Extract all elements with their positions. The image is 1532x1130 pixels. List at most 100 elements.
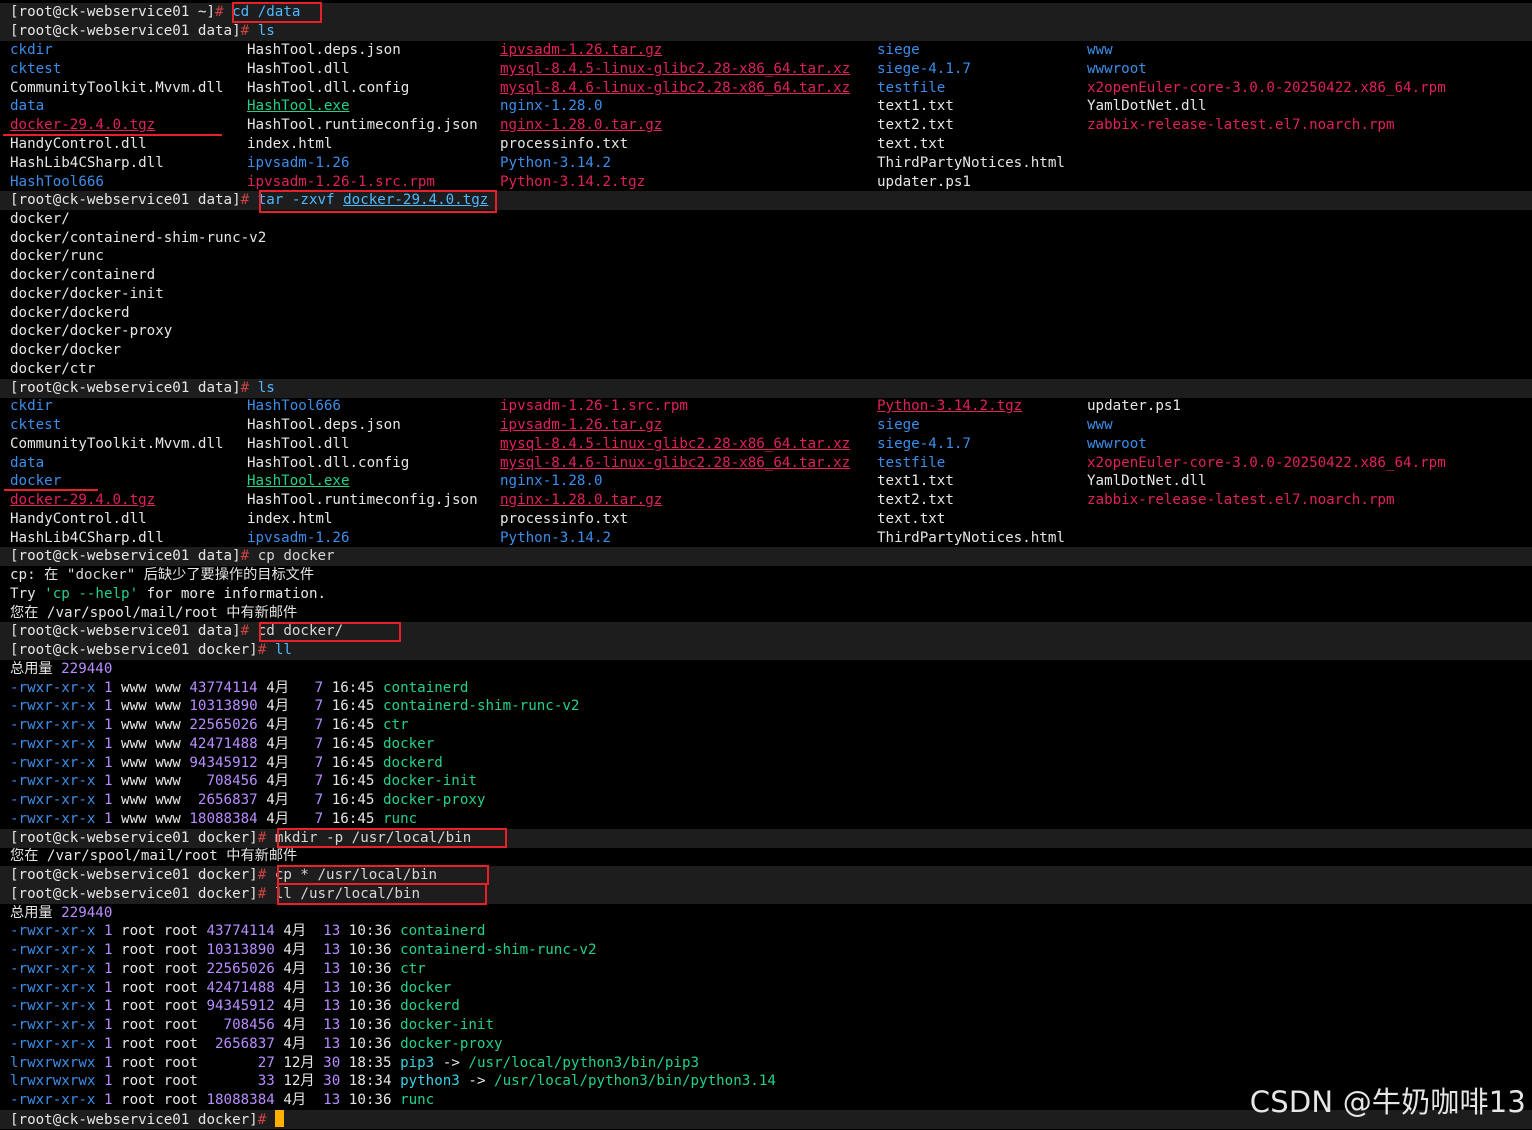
line-segment: 10:36 bbox=[340, 923, 401, 939]
line-segment: 43774114 bbox=[189, 680, 258, 696]
line-segment: -rwxr-xr-x bbox=[10, 923, 96, 939]
ls-row: data HashTool.dll.config mysql-8.4.6-linux… bbox=[10, 454, 1532, 473]
line-segment: ll bbox=[274, 642, 292, 658]
line-segment: # bbox=[257, 642, 275, 658]
ls-entry: HashTool.exe bbox=[247, 473, 350, 489]
ls-entry: updater.ps1 bbox=[1087, 398, 1181, 414]
line-segment: 22565026 bbox=[189, 717, 258, 733]
line-segment: -rwxr-xr-x bbox=[10, 773, 96, 789]
line-segment: 4月 bbox=[274, 942, 324, 958]
line-segment: docker/ bbox=[10, 211, 70, 227]
prompt-line: [root@ck-webservice01 data]# cp docker bbox=[0, 547, 1532, 566]
line-segment: dockerd bbox=[382, 755, 443, 771]
line-segment: docker/docker bbox=[10, 342, 122, 358]
line-segment: 7 bbox=[314, 773, 324, 789]
line-segment: 16:45 bbox=[323, 792, 383, 808]
line-segment: 33 bbox=[257, 1073, 275, 1089]
line-segment: 16:45 bbox=[323, 773, 383, 789]
line-segment: cd docker/ bbox=[257, 623, 344, 639]
ls-entry: Python-3.14.2 bbox=[500, 530, 612, 546]
line-segment: /usr/local/python3/bin/python3.14 bbox=[494, 1073, 776, 1089]
output-line: 总用量 229440 bbox=[10, 660, 112, 679]
line-segment: docker/containerd-shim-runc-v2 bbox=[10, 230, 267, 246]
line-segment: 总用量 bbox=[10, 905, 62, 921]
line-segment: 1 bbox=[95, 755, 122, 771]
line-segment: 1 bbox=[95, 1073, 122, 1089]
ls-entry: processinfo.txt bbox=[500, 136, 629, 152]
line-segment: 10:36 bbox=[340, 961, 401, 977]
ls-entry: CommunityToolkit.Mvvm.dll bbox=[10, 436, 224, 452]
line-segment: mkdir -p /usr/local/bin bbox=[274, 830, 472, 846]
ls-entry: ckdir bbox=[10, 42, 53, 58]
ls-entry: text1.txt bbox=[877, 98, 954, 114]
text-cursor[interactable] bbox=[274, 1110, 284, 1127]
line-segment: 1 bbox=[95, 942, 122, 958]
line-segment: root root bbox=[121, 1036, 216, 1052]
ls-entry: wwwroot bbox=[1087, 436, 1147, 452]
line-segment: ll /usr/local/bin bbox=[274, 886, 421, 902]
line-segment: -rwxr-xr-x bbox=[10, 717, 96, 733]
ls-entry: HashTool.runtimeconfig.json bbox=[247, 492, 478, 508]
ls-entry: siege bbox=[877, 417, 920, 433]
ls-entry: testfile bbox=[877, 80, 946, 96]
line-segment: dockerd bbox=[400, 998, 460, 1014]
prompt-text: [root@ck-webservice01 docker] bbox=[10, 830, 258, 846]
line-segment: -rwxr-xr-x bbox=[10, 1092, 96, 1108]
line-segment: 10313890 bbox=[206, 942, 275, 958]
line-segment: # bbox=[240, 548, 258, 564]
line-segment: 27 bbox=[257, 1055, 275, 1071]
line-segment: www www bbox=[121, 736, 190, 752]
line-segment: lrwxrwxrwx bbox=[10, 1055, 96, 1071]
output-line: docker/containerd-shim-runc-v2 bbox=[10, 229, 266, 248]
ls-entry: siege-4.1.7 bbox=[877, 436, 971, 452]
ls-entry: mysql-8.4.6-linux-glibc2.28-x86_64.tar.x… bbox=[500, 80, 851, 96]
line-segment: docker/docker-proxy bbox=[10, 323, 173, 339]
line-segment: 7 bbox=[314, 698, 324, 714]
prompt-line: [root@ck-webservice01 data]# tar -zxvf d… bbox=[0, 191, 1532, 210]
line-segment: docker-init bbox=[382, 773, 477, 789]
line-segment: 13 bbox=[323, 1092, 341, 1108]
ls-entry: siege-4.1.7 bbox=[877, 61, 971, 77]
line-segment: docker/containerd bbox=[10, 267, 156, 283]
line-segment: 4月 bbox=[274, 1092, 324, 1108]
line-segment: 229440 bbox=[61, 661, 113, 677]
line-segment: 94345912 bbox=[206, 998, 275, 1014]
line-segment: "docker" bbox=[66, 567, 136, 583]
line-segment: 1 bbox=[95, 792, 122, 808]
ls-entry: data bbox=[10, 98, 45, 114]
output-line: -rwxr-xr-x 1 www www 10313890 4月 7 16:45… bbox=[10, 697, 579, 716]
line-segment: 7 bbox=[314, 792, 324, 808]
ls-entry: mysql-8.4.6-linux-glibc2.28-x86_64.tar.x… bbox=[500, 455, 851, 471]
ls-entry: cktest bbox=[10, 417, 62, 433]
line-segment: python3 bbox=[400, 1073, 460, 1089]
line-segment: 7 bbox=[314, 717, 324, 733]
output-line: docker/docker-init bbox=[10, 285, 164, 304]
ls-entry: index.html bbox=[247, 511, 333, 527]
line-segment: -rwxr-xr-x bbox=[10, 736, 96, 752]
ls-entry: HashTool.runtimeconfig.json bbox=[247, 117, 478, 133]
line-segment: # bbox=[257, 867, 275, 883]
ls-entry: ThirdPartyNotices.html bbox=[877, 530, 1065, 546]
ls-entry: ipvsadm-1.26.tar.gz bbox=[500, 42, 663, 58]
line-segment: pip3 bbox=[400, 1055, 435, 1071]
line-segment: 1 bbox=[95, 698, 122, 714]
ls-entry: nginx-1.28.0.tar.gz bbox=[500, 117, 663, 133]
terminal-window[interactable]: [root@ck-webservice01 ~]# cd /data [root@… bbox=[0, 0, 1532, 1129]
output-line: docker/docker bbox=[10, 341, 121, 360]
line-segment: 您在 /var/spool/mail/root 中有新邮件 bbox=[10, 605, 298, 621]
output-line: lrwxrwxrwx 1 root root 33 12月 30 18:34 p… bbox=[10, 1072, 776, 1091]
line-segment: 7 bbox=[314, 811, 324, 827]
line-segment: 13 bbox=[323, 1017, 341, 1033]
ls-entry: cktest bbox=[10, 61, 62, 77]
ls-row: docker HashTool.exe nginx-1.28.0 text1.txt Y… bbox=[10, 472, 1532, 491]
ls-entry: Python-3.14.2.tgz bbox=[500, 174, 646, 190]
line-segment: ls bbox=[257, 380, 275, 396]
ls-row: data HashTool.exe nginx-1.28.0 text1.txt Yam… bbox=[10, 97, 1532, 116]
output-line: -rwxr-xr-x 1 root root 708456 4月 13 10:3… bbox=[10, 1016, 494, 1035]
line-segment: 16:45 bbox=[323, 698, 383, 714]
line-segment: www www bbox=[121, 698, 190, 714]
line-segment: Try bbox=[10, 586, 45, 602]
line-segment: 18088384 bbox=[189, 811, 258, 827]
line-segment: 10313890 bbox=[189, 698, 258, 714]
line-segment: containerd-shim-runc-v2 bbox=[400, 942, 597, 958]
